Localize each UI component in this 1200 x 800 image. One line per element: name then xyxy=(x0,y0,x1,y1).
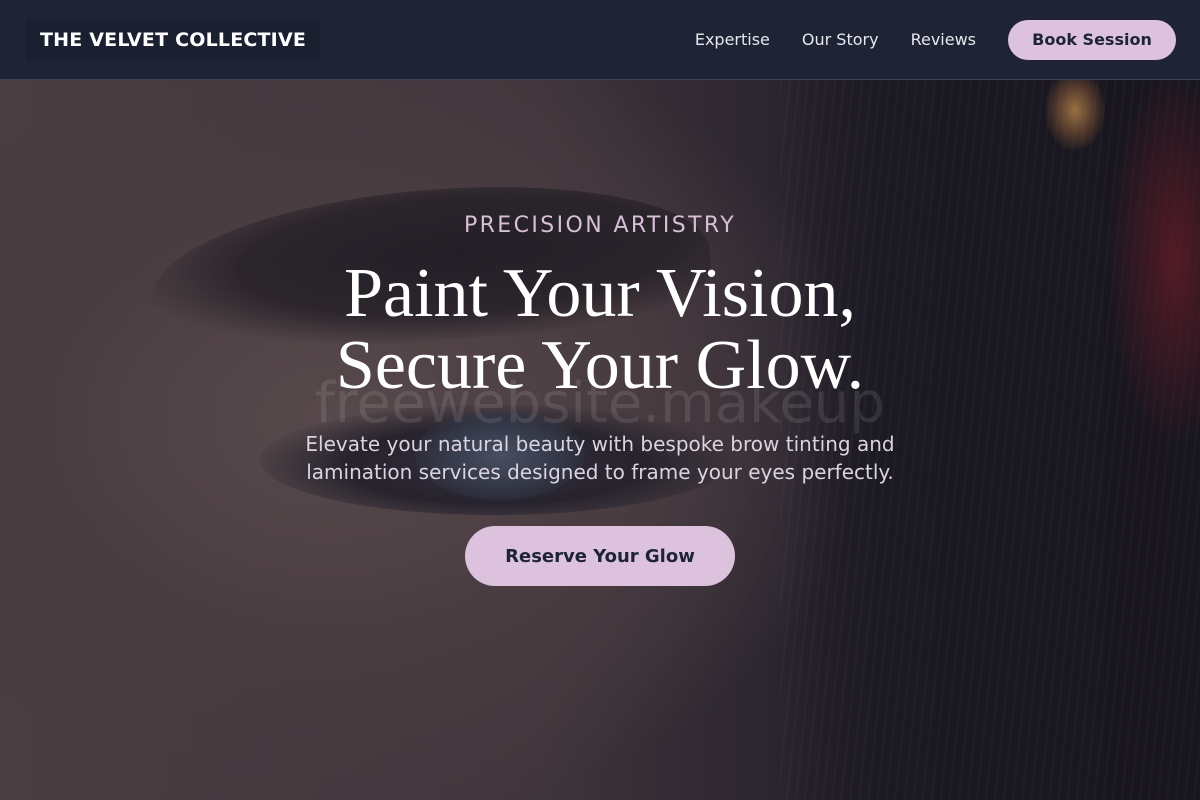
reserve-glow-button[interactable]: Reserve Your Glow xyxy=(465,526,735,586)
hero-eyebrow: PRECISION ARTISTRY xyxy=(463,213,737,238)
site-header: THE VELVET COLLECTIVE Expertise Our Stor… xyxy=(0,0,1200,80)
nav-link-expertise[interactable]: Expertise xyxy=(695,30,770,49)
nav-link-our-story[interactable]: Our Story xyxy=(802,30,879,49)
hero-section: freewebsite.makeup PRECISION ARTISTRY Pa… xyxy=(0,200,1200,586)
nav-link-reviews[interactable]: Reviews xyxy=(911,30,976,49)
hero-headline-line-1: Paint Your Vision, xyxy=(344,255,856,332)
hero-subtitle: Elevate your natural beauty with bespoke… xyxy=(305,432,895,484)
book-session-button[interactable]: Book Session xyxy=(1008,19,1176,60)
hero-headline-line-2: Secure Your Glow. xyxy=(335,327,865,404)
brand-logo[interactable]: THE VELVET COLLECTIVE xyxy=(26,18,321,61)
main-nav: Expertise Our Story Reviews Book Session xyxy=(663,19,1176,60)
hero-headline: Paint Your Vision, Secure Your Glow. xyxy=(0,258,1200,402)
